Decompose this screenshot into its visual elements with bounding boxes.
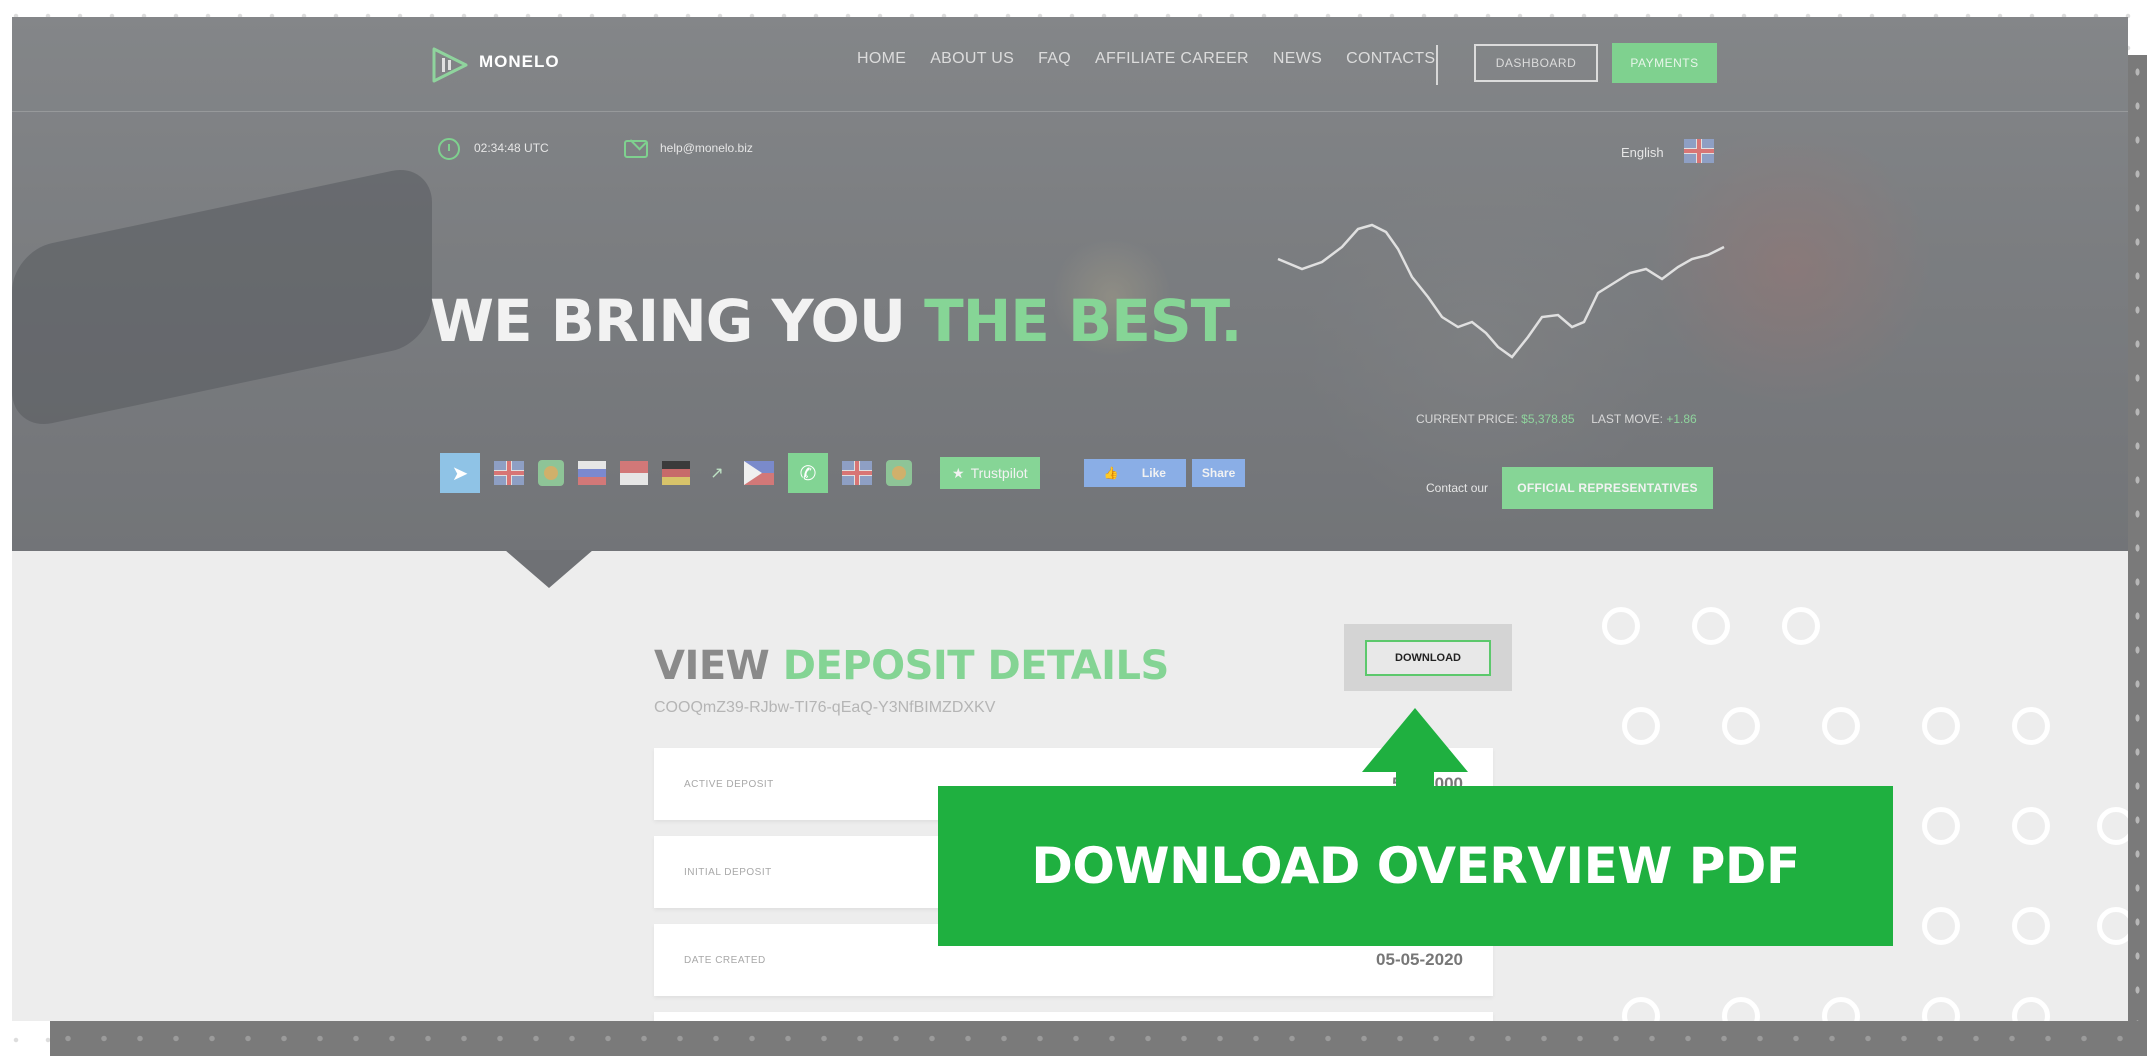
download-overview-banner: DOWNLOAD OVERVIEW PDF bbox=[938, 786, 1893, 946]
deposit-title: VIEW DEPOSIT DETAILS bbox=[654, 643, 1169, 689]
section-pointer bbox=[505, 550, 593, 588]
headline-white: WE BRING YOU bbox=[430, 287, 906, 355]
indonesia-flag-icon[interactable] bbox=[620, 461, 648, 485]
nav-faq[interactable]: FAQ bbox=[1038, 50, 1071, 68]
facebook-like-button[interactable]: 👍 Like bbox=[1083, 459, 1186, 487]
star-icon: ★ bbox=[952, 464, 965, 481]
price-sparkline bbox=[1277, 223, 1725, 359]
philippines-flag-icon[interactable] bbox=[744, 461, 774, 485]
main-nav: HOME ABOUT US FAQ AFFILIATE CAREER NEWS … bbox=[857, 50, 1435, 68]
language-selector[interactable]: English bbox=[1621, 145, 1664, 160]
bottom-edge-strip bbox=[50, 1021, 2147, 1056]
nav-contacts[interactable]: CONTACTS bbox=[1346, 50, 1435, 68]
monelo-logo-icon[interactable] bbox=[430, 43, 470, 87]
arrow-flag-icon[interactable]: ↗ bbox=[704, 460, 730, 486]
trustpilot-button[interactable]: ★ Trustpilot bbox=[940, 457, 1040, 489]
uk-flag-icon[interactable] bbox=[1684, 139, 1714, 163]
russia-flag-icon[interactable] bbox=[578, 461, 606, 485]
contact-label: Contact our bbox=[1426, 481, 1489, 495]
download-button[interactable]: DOWNLOAD bbox=[1365, 639, 1491, 676]
uk-flag-icon[interactable] bbox=[842, 461, 872, 485]
facebook-buttons: 👍 Like Share bbox=[1083, 459, 1246, 487]
right-edge-strip bbox=[2128, 55, 2147, 1056]
current-price-label: CURRENT PRICE: bbox=[1416, 412, 1518, 426]
deposit-id: COOQmZ39-RJbw-TI76-qEaQ-Y3NfBIMZDXKV bbox=[654, 699, 996, 716]
row-value: 05-05-2020 bbox=[1376, 950, 1463, 969]
support-email-link[interactable]: help@monelo.biz bbox=[660, 141, 753, 155]
last-move-label: LAST MOVE: bbox=[1591, 412, 1664, 426]
nav-divider bbox=[1436, 45, 1438, 85]
whatsapp-icon[interactable]: ✆ bbox=[788, 453, 828, 493]
like-label: Like bbox=[1131, 459, 1176, 487]
hero-headline: WE BRING YOU THE BEST. bbox=[430, 287, 1242, 355]
globe-flag-icon[interactable] bbox=[538, 460, 564, 486]
brand-name[interactable]: MONELO bbox=[479, 52, 560, 72]
row-label: DATE CREATED bbox=[684, 954, 766, 966]
title-dark-part: VIEW bbox=[654, 643, 770, 689]
nav-home[interactable]: HOME bbox=[857, 50, 906, 68]
official-representatives-button[interactable]: OFFICIAL REPRESENTATIVES bbox=[1502, 467, 1713, 509]
germany-flag-icon[interactable] bbox=[662, 461, 690, 485]
social-links: ➤ ↗ ✆ ★ Trustpilot 👍 Like Share bbox=[440, 453, 1246, 493]
price-ticker: CURRENT PRICE: $5,378.85 LAST MOVE: +1.8… bbox=[1416, 412, 1697, 426]
nav-about-us[interactable]: ABOUT US bbox=[930, 50, 1014, 68]
telegram-icon[interactable]: ➤ bbox=[440, 453, 480, 493]
header-divider bbox=[12, 111, 2128, 112]
up-arrow-icon bbox=[1362, 708, 1468, 772]
globe-flag-icon[interactable] bbox=[886, 460, 912, 486]
payments-button[interactable]: PAYMENTS bbox=[1612, 43, 1717, 83]
row-label: ACTIVE DEPOSIT bbox=[684, 778, 774, 790]
clock-icon bbox=[438, 138, 460, 160]
row-label: INITIAL DEPOSIT bbox=[684, 866, 772, 878]
download-highlight: DOWNLOAD bbox=[1344, 624, 1512, 691]
nav-affiliate-career[interactable]: AFFILIATE CAREER bbox=[1095, 50, 1249, 68]
facebook-share-button[interactable]: Share bbox=[1191, 459, 1246, 487]
trustpilot-label: Trustpilot bbox=[970, 465, 1028, 481]
dashboard-button[interactable]: DASHBOARD bbox=[1474, 44, 1598, 82]
deposit-row-partial bbox=[654, 1012, 1493, 1021]
hero-photo-shape bbox=[12, 162, 432, 432]
thumbs-up-icon: 👍 bbox=[1093, 459, 1132, 487]
headline-green: THE BEST. bbox=[924, 287, 1242, 355]
nav-news[interactable]: NEWS bbox=[1273, 50, 1322, 68]
title-green-part: DEPOSIT DETAILS bbox=[782, 643, 1170, 689]
last-move-value: +1.86 bbox=[1666, 412, 1697, 426]
mail-icon bbox=[624, 140, 648, 158]
server-time: 02:34:48 UTC bbox=[474, 141, 549, 155]
uk-flag-icon[interactable] bbox=[494, 461, 524, 485]
current-price-value: $5,378.85 bbox=[1521, 412, 1575, 426]
